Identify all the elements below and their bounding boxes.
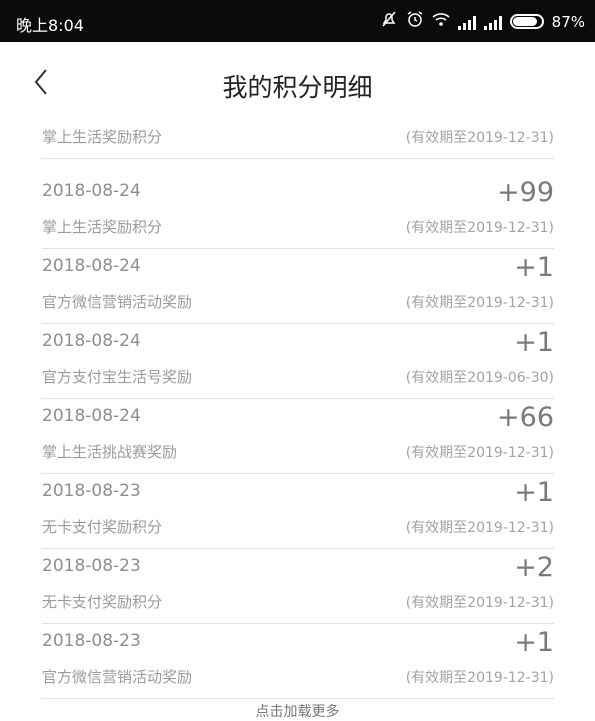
list-item-partial[interactable]: +1 掌上生活奖励积分 (有效期至2019-12-31) (42, 128, 554, 159)
expiry-date: (有效期至2019-12-31) (405, 130, 554, 146)
nav-bar: 我的积分明细 (0, 42, 595, 128)
list-item[interactable]: 2018-08-23 +1 无卡支付奖励积分 (有效期至2019-12-31) (42, 473, 554, 549)
record-desc: 掌上生活挑战赛奖励 (42, 443, 178, 461)
battery-icon (509, 14, 544, 29)
expiry-date: (有效期至2019-12-31) (405, 445, 554, 461)
points-value: +1 (514, 327, 554, 358)
points-value: +1 (514, 252, 554, 283)
record-date: 2018-08-23 (42, 631, 141, 651)
signal-icon-2 (483, 14, 502, 30)
list-item[interactable]: 2018-08-24 +1 官方支付宝生活号奖励 (有效期至2019-06-30… (42, 323, 554, 399)
wifi-icon (432, 11, 450, 32)
points-value: +1 (514, 477, 554, 508)
expiry-date: (有效期至2019-12-31) (405, 295, 554, 311)
expiry-date: (有效期至2019-12-31) (405, 220, 554, 236)
page-title: 我的积分明细 (222, 73, 373, 102)
points-value: +66 (497, 402, 554, 433)
list-item[interactable]: 2018-08-24 +1 官方微信营销活动奖励 (有效期至2019-12-31… (42, 248, 554, 324)
list-item[interactable]: 2018-08-23 +2 无卡支付奖励积分 (有效期至2019-12-31) (42, 548, 554, 624)
status-icons: 87% (380, 10, 585, 33)
list-item[interactable]: 2018-08-24 +66 掌上生活挑战赛奖励 (有效期至2019-12-31… (42, 398, 554, 474)
record-desc: 官方微信营销活动奖励 (42, 293, 193, 311)
list-item[interactable]: 2018-08-23 +1 官方微信营销活动奖励 (有效期至2019-12-31… (42, 623, 554, 699)
points-list: +1 掌上生活奖励积分 (有效期至2019-12-31) 2018-08-24 … (0, 128, 595, 712)
points-value: +2 (514, 552, 554, 583)
record-desc: 掌上生活奖励积分 (42, 128, 163, 146)
points-value: +1 (514, 627, 554, 658)
battery-percent: 87% (551, 12, 585, 31)
record-date: 2018-08-24 (42, 406, 141, 426)
record-date: 2018-08-24 (42, 256, 141, 276)
record-date: 2018-08-23 (42, 556, 141, 576)
record-desc: 官方微信营销活动奖励 (42, 668, 193, 686)
expiry-date: (有效期至2019-06-30) (405, 370, 554, 386)
points-value: +99 (497, 177, 554, 208)
expiry-date: (有效期至2019-12-31) (405, 670, 554, 686)
record-date: 2018-08-24 (42, 331, 141, 351)
expiry-date: (有效期至2019-12-31) (405, 595, 554, 611)
record-desc: 官方支付宝生活号奖励 (42, 368, 193, 386)
record-date: 2018-08-24 (42, 181, 141, 201)
record-desc: 掌上生活奖励积分 (42, 218, 163, 236)
record-desc: 无卡支付奖励积分 (42, 593, 163, 611)
status-time: 晚上8:04 (16, 16, 84, 35)
list-item[interactable]: 2018-08-24 +99 掌上生活奖励积分 (有效期至2019-12-31) (42, 173, 554, 249)
alarm-icon (406, 10, 424, 33)
status-bar: 晚上8:04 87% (0, 0, 595, 42)
record-date: 2018-08-23 (42, 481, 141, 501)
mute-icon (380, 10, 398, 33)
signal-icon (457, 14, 476, 30)
load-more-button[interactable]: 点击加载更多 (0, 701, 595, 721)
record-desc: 无卡支付奖励积分 (42, 518, 163, 536)
expiry-date: (有效期至2019-12-31) (405, 520, 554, 536)
